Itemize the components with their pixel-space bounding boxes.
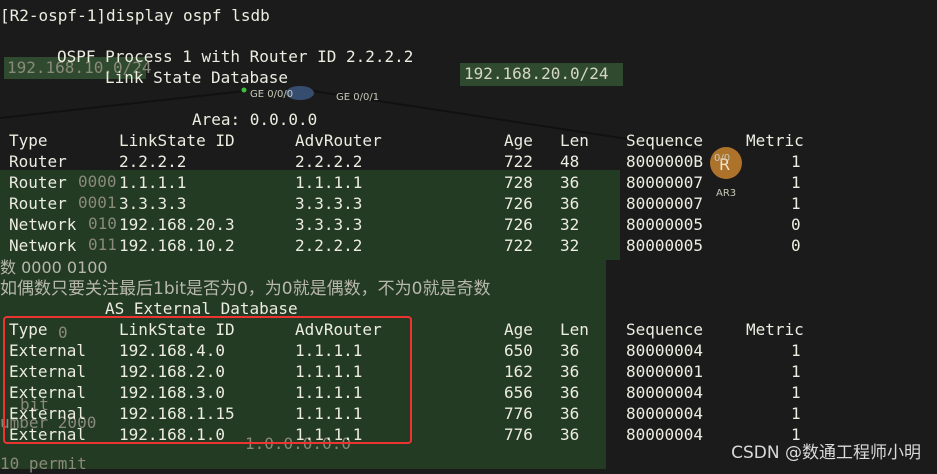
- port-label-c: 0/0: [714, 153, 731, 164]
- cell-linkstate-id: 192.168.10.2: [119, 236, 235, 255]
- bin-fragment-2: 0001: [78, 193, 117, 212]
- col-sequence: Sequence: [626, 131, 704, 150]
- cell-len: 36: [560, 341, 580, 360]
- cell-type: Router: [9, 152, 67, 171]
- port-label-b: GE 0/0/1: [336, 92, 380, 103]
- process-line: OSPF Process 1 with Router ID 2.2.2.2: [57, 47, 414, 66]
- bin-fragment-4: 011: [88, 235, 117, 254]
- cell-advrouter: 2.2.2.2: [295, 236, 363, 255]
- watermark: CSDN @数通工程师小明: [731, 443, 921, 463]
- binary-line: 数 0000 0100: [0, 258, 108, 277]
- cell-advrouter: 1.1.1.1: [295, 173, 363, 192]
- col-advrouter: AdvRouter: [295, 131, 382, 150]
- cell-age: 776: [504, 425, 533, 444]
- cell-type: Router: [9, 194, 67, 213]
- command-line: [R2-ospf-1]display ospf lsdb: [0, 6, 270, 25]
- port-label-a: GE 0/0/0: [250, 89, 294, 100]
- cell-sequence: 80000007: [626, 173, 704, 192]
- parity-note: 如偶数只要关注最后1bit是否为0，为0就是偶数，不为0就是奇数: [0, 279, 491, 299]
- cell-age: 726: [504, 194, 533, 213]
- highlight-box: [3, 316, 412, 444]
- cell-sequence: 80000005: [626, 236, 704, 255]
- cell-metric: 1: [791, 194, 801, 213]
- cell-age: 162: [504, 362, 533, 381]
- net-label-right: 192.168.20.0/24: [464, 64, 609, 83]
- cell-age: 650: [504, 341, 533, 360]
- cell-metric: 1: [791, 362, 801, 381]
- cell-len: 36: [560, 362, 580, 381]
- cell-sequence: 80000004: [626, 383, 704, 402]
- device-label-ar3: AR3: [716, 188, 737, 199]
- cell-len: 36: [560, 194, 580, 213]
- cell-metric: 1: [791, 173, 801, 192]
- cell-sequence: 80000007: [626, 194, 704, 213]
- cell-sequence: 80000001: [626, 362, 704, 381]
- cell-len: 48: [560, 152, 580, 171]
- ext-col-age: Age: [504, 320, 533, 339]
- bin-fragment-1: 0000: [78, 172, 117, 191]
- lsdb-title: Link State Database: [105, 68, 289, 87]
- cell-type: Network: [9, 236, 77, 255]
- bin-fragment-3: 010: [88, 214, 117, 233]
- col-len: Len: [560, 131, 589, 150]
- cell-len: 32: [560, 215, 580, 234]
- col-metric: Metric: [746, 131, 804, 150]
- cell-sequence: 80000004: [626, 425, 704, 444]
- cell-linkstate-id: 2.2.2.2: [119, 152, 187, 171]
- cell-age: 722: [504, 236, 533, 255]
- cell-metric: 1: [791, 341, 801, 360]
- cell-linkstate-id: 3.3.3.3: [119, 194, 187, 213]
- ext-col-len: Len: [560, 320, 589, 339]
- fragment-e: 10 permit: [0, 454, 87, 473]
- cell-metric: 1: [791, 152, 801, 171]
- cell-type: Router: [9, 173, 67, 192]
- cell-sequence: 80000004: [626, 341, 704, 360]
- col-type: Type: [9, 131, 48, 150]
- cell-sequence: 8000000B: [626, 152, 704, 171]
- cell-len: 36: [560, 173, 580, 192]
- cell-advrouter: 2.2.2.2: [295, 152, 363, 171]
- cell-age: 656: [504, 383, 533, 402]
- ext-col-sequence: Sequence: [626, 320, 704, 339]
- ext-col-metric: Metric: [746, 320, 804, 339]
- cell-metric: 1: [791, 383, 801, 402]
- cell-age: 726: [504, 215, 533, 234]
- cell-sequence: 80000005: [626, 215, 704, 234]
- cell-len: 32: [560, 236, 580, 255]
- cell-advrouter: 3.3.3.3: [295, 194, 363, 213]
- cell-len: 36: [560, 425, 580, 444]
- col-linkstate-id: LinkState ID: [119, 131, 235, 150]
- cell-age: 728: [504, 173, 533, 192]
- cell-len: 36: [560, 383, 580, 402]
- cell-sequence: 80000004: [626, 404, 704, 423]
- cell-metric: 0: [791, 215, 801, 234]
- cell-linkstate-id: 1.1.1.1: [119, 173, 187, 192]
- cell-len: 36: [560, 404, 580, 423]
- col-age: Age: [504, 131, 533, 150]
- cell-linkstate-id: 192.168.20.3: [119, 215, 235, 234]
- cell-metric: 1: [791, 404, 801, 423]
- area-line: Area: 0.0.0.0: [192, 110, 318, 129]
- cell-age: 776: [504, 404, 533, 423]
- cell-metric: 0: [791, 236, 801, 255]
- cell-advrouter: 3.3.3.3: [295, 215, 363, 234]
- cell-age: 722: [504, 152, 533, 171]
- cell-type: Network: [9, 215, 77, 234]
